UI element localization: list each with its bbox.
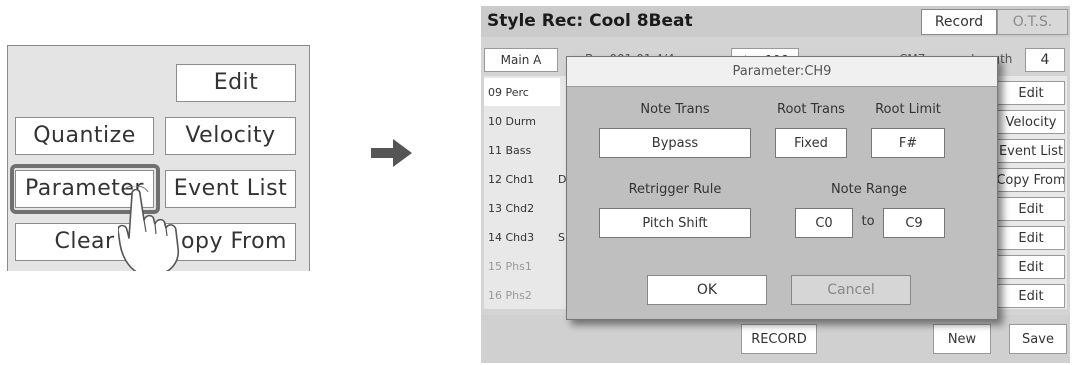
style-record-screen: Style Rec: Cool 8Beat Record O.T.S. Main… xyxy=(481,6,1070,363)
note-trans-field[interactable]: Bypass xyxy=(599,128,751,158)
root-trans-field[interactable]: Fixed xyxy=(775,128,847,158)
side-edit-button[interactable]: Edit xyxy=(997,197,1065,221)
title-bar: Style Rec: Cool 8Beat Record O.T.S. xyxy=(481,6,1070,37)
track-item[interactable]: 09 Perc xyxy=(488,86,529,99)
parameter-dialog: Parameter:CH9 Note Trans Root Trans Root… xyxy=(566,56,998,320)
dialog-title: Parameter:CH9 xyxy=(732,64,832,79)
velocity-button[interactable]: Velocity xyxy=(165,117,296,155)
arrow-right-icon xyxy=(371,139,412,167)
quantize-button[interactable]: Quantize xyxy=(15,117,154,155)
range-to-label: to xyxy=(861,214,875,229)
track-item[interactable]: 15 Phs1 xyxy=(488,260,532,273)
track-item[interactable]: 10 Durm xyxy=(488,115,536,128)
new-button[interactable]: New xyxy=(933,324,991,354)
track-item[interactable]: 11 Bass xyxy=(488,144,531,157)
pointing-hand-icon xyxy=(118,186,180,271)
tab-ots[interactable]: O.T.S. xyxy=(997,9,1068,35)
screen-title: Style Rec: Cool 8Beat xyxy=(487,11,693,31)
root-limit-field[interactable]: F# xyxy=(871,128,945,158)
length-value[interactable]: 4 xyxy=(1025,48,1065,72)
zoomed-button-panel: Edit Quantize Velocity Parameter Event L… xyxy=(7,45,310,271)
section-selector[interactable]: Main A xyxy=(484,48,558,72)
side-edit-button[interactable]: Edit xyxy=(997,255,1065,279)
save-button[interactable]: Save xyxy=(1009,324,1067,354)
side-edit-button[interactable]: Edit xyxy=(997,81,1065,105)
range-high-field[interactable]: C9 xyxy=(883,208,945,238)
cancel-button[interactable]: Cancel xyxy=(791,275,911,305)
note-range-label: Note Range xyxy=(830,182,908,197)
track-item[interactable]: 13 Chd2 xyxy=(488,202,534,215)
note-trans-label: Note Trans xyxy=(640,102,710,117)
root-limit-label: Root Limit xyxy=(875,102,941,117)
retrigger-rule-field[interactable]: Pitch Shift xyxy=(599,208,751,238)
track-status-letter: S xyxy=(558,231,565,244)
tab-record[interactable]: Record xyxy=(921,9,997,35)
side-edit-button[interactable]: Edit xyxy=(997,226,1065,250)
ok-button[interactable]: OK xyxy=(647,275,767,305)
range-low-field[interactable]: C0 xyxy=(795,208,853,238)
record-button[interactable]: RECORD xyxy=(741,324,817,354)
dialog-title-bar: Parameter:CH9 xyxy=(567,57,997,87)
side-event-list-button[interactable]: Event List xyxy=(997,139,1065,163)
track-item[interactable]: 12 Chd1 xyxy=(488,173,534,186)
track-item[interactable]: 16 Phs2 xyxy=(488,289,532,302)
retrigger-rule-label: Retrigger Rule xyxy=(628,182,722,197)
side-copy-from-button[interactable]: Copy From xyxy=(997,168,1065,192)
side-edit-button[interactable]: Edit xyxy=(997,284,1065,308)
root-trans-label: Root Trans xyxy=(777,102,845,117)
side-velocity-button[interactable]: Velocity xyxy=(997,110,1065,134)
edit-button[interactable]: Edit xyxy=(176,64,296,102)
track-item[interactable]: 14 Chd3 xyxy=(488,231,534,244)
